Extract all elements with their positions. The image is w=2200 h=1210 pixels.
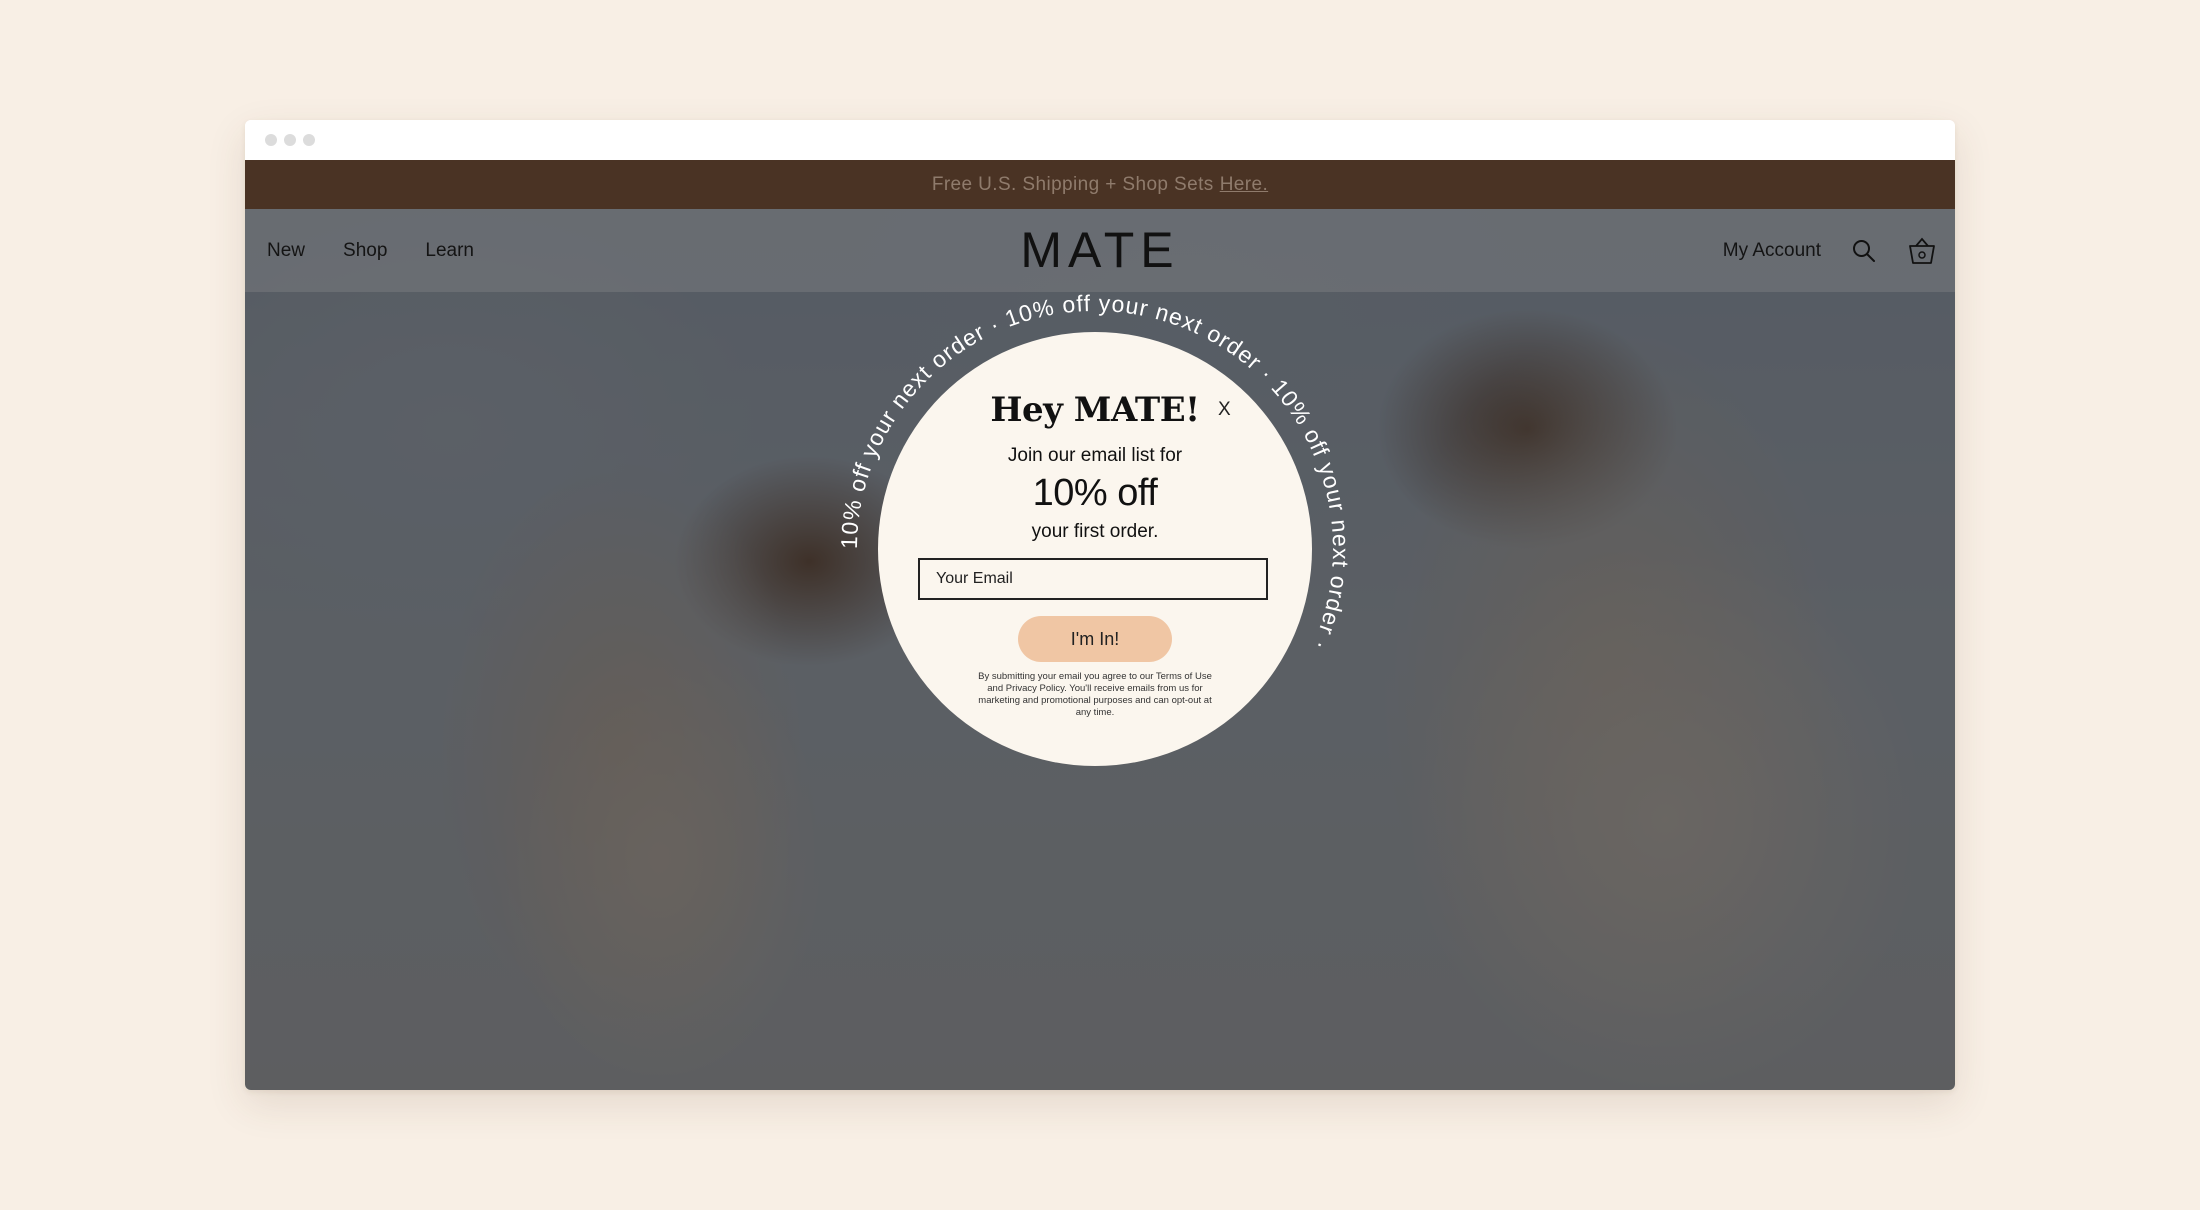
promo-bar: Free U.S. Shipping + Shop Sets Here. xyxy=(245,160,1955,209)
browser-chrome xyxy=(245,120,1955,160)
browser-window: Free U.S. Shipping + Shop Sets Here. New… xyxy=(245,120,1955,1090)
site-header: New Shop Learn MATE My Account xyxy=(245,209,1955,292)
window-dot[interactable] xyxy=(265,134,277,146)
promo-link[interactable]: Here. xyxy=(1220,174,1268,196)
window-dot[interactable] xyxy=(303,134,315,146)
site-viewport: New Shop Learn MATE My Account 10% off y… xyxy=(245,209,1955,1090)
search-icon[interactable] xyxy=(1849,236,1879,266)
popup-subtitle: Join our email list for xyxy=(1007,445,1183,466)
utility-nav: My Account xyxy=(1723,209,1937,292)
popup-subtitle-2: your first order. xyxy=(1031,521,1159,542)
popup-disc: X Hey MATE! Join our email list for 10% … xyxy=(878,332,1312,766)
submit-button[interactable]: I'm In! xyxy=(1018,616,1172,662)
my-account-link[interactable]: My Account xyxy=(1723,240,1821,262)
site-logo[interactable]: MATE xyxy=(245,209,1955,292)
email-input[interactable] xyxy=(918,558,1268,600)
cart-icon[interactable] xyxy=(1907,236,1937,266)
popup-title: Hey MATE! xyxy=(990,390,1200,430)
nav-item-new[interactable]: New xyxy=(267,240,305,262)
window-dot[interactable] xyxy=(284,134,296,146)
nav-item-learn[interactable]: Learn xyxy=(425,240,474,262)
nav-item-shop[interactable]: Shop xyxy=(343,240,387,262)
promo-text: Free U.S. Shipping + Shop Sets xyxy=(931,173,1214,195)
primary-nav: New Shop Learn xyxy=(267,209,474,292)
email-signup-popup: 10% off your next order · 10% off your n… xyxy=(835,289,1355,809)
discount-text: 10% off xyxy=(1032,472,1158,514)
legal-text: By submitting your email you agree to ou… xyxy=(978,671,1212,718)
